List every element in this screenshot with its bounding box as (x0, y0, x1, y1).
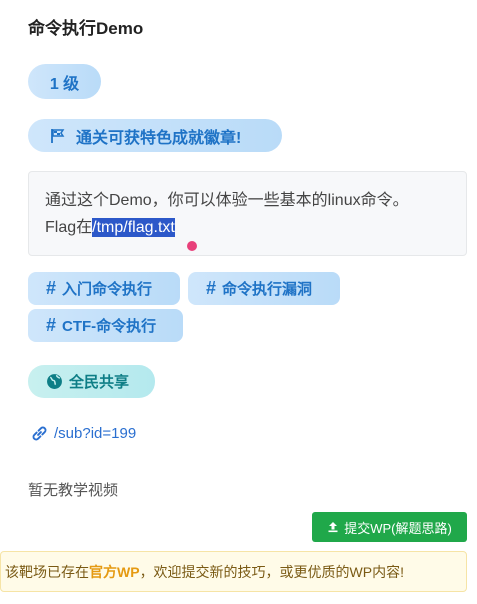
share-label: 全民共享 (69, 374, 130, 391)
submit-wp-label: 提交WP(解题思路) (344, 520, 452, 536)
sub-link-text: /sub?id=199 (54, 425, 137, 442)
hash-icon: # (206, 278, 217, 298)
tag-ctf-cmd-exec[interactable]: # CTF-命令执行 (28, 309, 183, 342)
description-line: 通过这个Demo，你可以体验一些基本的linux命令。 (45, 192, 409, 209)
tag-label: 入门命令执行 (62, 281, 153, 298)
tag-label: 命令执行漏洞 (222, 281, 313, 298)
challenge-page: 命令执行Demo 1 级 通关可获特色成就徽章! 通过这个Demo，你可以体验一… (0, 0, 477, 604)
page-title: 命令执行Demo (28, 19, 144, 38)
official-wp-notice: 该靶场已存在 官方WP ，欢迎提交新的技巧，或更优质的WP内容! (0, 551, 467, 592)
link-icon (32, 426, 47, 441)
no-video-text: 暂无教学视频 (28, 482, 119, 499)
sub-link[interactable]: /sub?id=199 (30, 424, 136, 443)
text-selection-handle[interactable] (187, 241, 197, 251)
tag-cmd-exec-vuln[interactable]: # 命令执行漏洞 (188, 272, 340, 305)
description-box: 通过这个Demo，你可以体验一些基本的linux命令。 Flag在/tmp/fl… (28, 171, 467, 256)
globe-icon (47, 374, 62, 389)
flag-path-selected[interactable]: /tmp/flag.txt (92, 218, 175, 237)
flag-icon (51, 128, 65, 143)
achievement-label: 通关可获特色成就徽章! (76, 129, 242, 147)
level-badge: 1 级 (28, 64, 101, 99)
official-wp-link[interactable]: 官方WP (89, 562, 140, 582)
tag-label: CTF-命令执行 (62, 318, 157, 335)
flag-prefix: Flag在 (45, 219, 93, 236)
description-flag-line: Flag在/tmp/flag.txt (45, 214, 450, 241)
submit-wp-button[interactable]: 提交WP(解题思路) (312, 512, 467, 542)
hash-icon: # (46, 315, 57, 335)
hash-icon: # (46, 278, 57, 298)
share-badge: 全民共享 (28, 365, 155, 398)
notice-prefix: 该靶场已存在 (5, 563, 89, 580)
upload-icon (328, 522, 338, 533)
achievement-badge: 通关可获特色成就徽章! (28, 119, 282, 152)
tag-intro-cmd-exec[interactable]: # 入门命令执行 (28, 272, 180, 305)
notice-suffix: ，欢迎提交新的技巧，或更优质的WP内容! (139, 563, 405, 580)
